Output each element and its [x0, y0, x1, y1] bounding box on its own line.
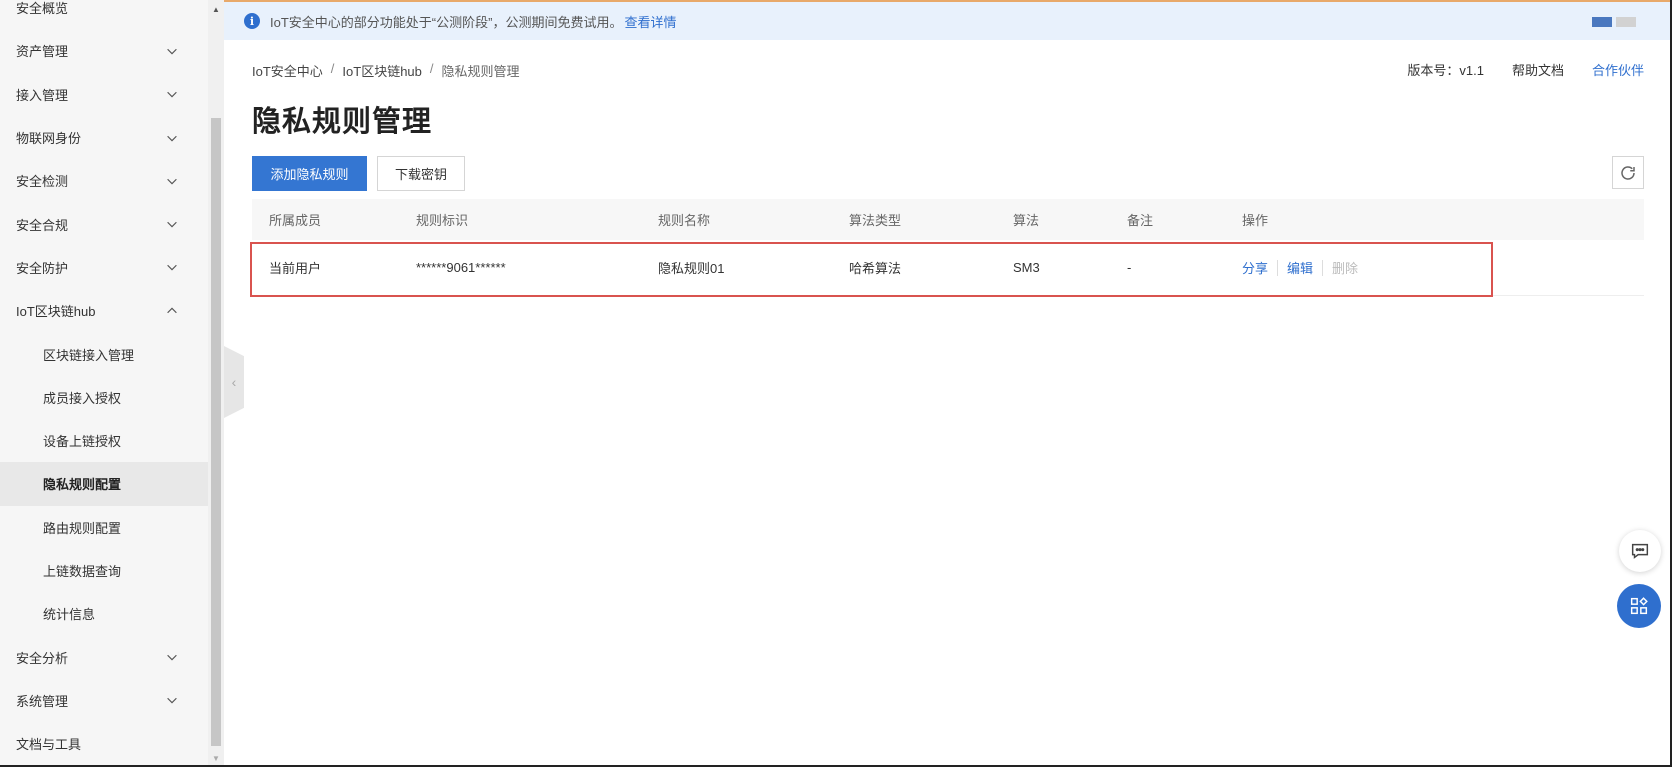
chat-button[interactable] [1619, 530, 1661, 572]
cell-note: - [1127, 260, 1132, 275]
sidebar-subitem[interactable]: 成员接入授权 [0, 376, 208, 419]
breadcrumb-item-home[interactable]: IoT安全中心 [252, 61, 323, 80]
help-docs-link[interactable]: 帮助文档 [1512, 60, 1564, 79]
sidebar-item[interactable]: 安全分析 [0, 635, 208, 678]
cell-rule-id: ******9061****** [416, 260, 506, 275]
notice-details-link[interactable]: 查看详情 [624, 12, 676, 31]
sidebar-scrollbar[interactable]: ▲ ▼ [208, 0, 224, 767]
scroll-up-arrow[interactable]: ▲ [208, 0, 224, 18]
sidebar-menu: 安全概览资产管理接入管理物联网身份安全检测安全合规安全防护 IoT区块链hub 区块… [0, 0, 208, 765]
info-icon: i [244, 13, 260, 29]
chevron-up-icon[interactable] [164, 303, 180, 319]
add-privacy-rule-button[interactable]: 添加隐私规则 [252, 156, 367, 191]
chevron-down-icon[interactable] [164, 649, 180, 665]
sidebar-item-label: 安全概览 [16, 1, 69, 17]
sidebar-item-label: 系统管理 [16, 693, 69, 709]
sidebar-item-label: 物联网身份 [16, 131, 82, 147]
sidebar-item-label: 安全分析 [16, 650, 69, 666]
table-header: 所属成员 规则标识 规则名称 算法类型 算法 备注 操作 [252, 199, 1644, 240]
chevron-down-icon[interactable] [164, 259, 180, 275]
sidebar-item[interactable]: 安全概览 [0, 0, 208, 29]
notice-pager-dot-active[interactable] [1592, 17, 1612, 27]
chevron-down-icon[interactable] [164, 173, 180, 189]
header-algo-type: 算法类型 [849, 213, 902, 228]
sidebar-item[interactable]: 安全防护 [0, 246, 208, 289]
cell-algo-type: 哈希算法 [849, 261, 902, 276]
partner-link[interactable]: 合作伙伴 [1592, 60, 1644, 79]
scroll-thumb[interactable] [211, 118, 221, 746]
chevron-down-icon[interactable] [164, 130, 180, 146]
refresh-button[interactable] [1612, 156, 1644, 189]
download-key-button[interactable]: 下载密钥 [377, 156, 465, 191]
cell-ops: 分享 编辑 删除 [1242, 258, 1358, 277]
header-algo: 算法 [1013, 213, 1040, 228]
page-title: 隐私规则管理 [252, 106, 433, 138]
share-link[interactable]: 分享 [1242, 258, 1268, 277]
sidebar-item[interactable]: 系统管理 [0, 679, 208, 722]
header-rule-name: 规则名称 [658, 213, 711, 228]
cell-rule-name: 隐私规则01 [658, 261, 725, 276]
sidebar-subitem[interactable]: 隐私规则配置 [0, 462, 208, 506]
collapse-left-icon[interactable]: ‹ [224, 346, 244, 418]
sidebar-item[interactable]: 资产管理 [0, 29, 208, 72]
version-label: 版本号：v1.1 [1407, 63, 1484, 78]
sidebar-item[interactable]: 安全检测 [0, 159, 208, 202]
ops-divider [1322, 259, 1324, 276]
chevron-down-icon[interactable] [164, 43, 180, 59]
refresh-icon [1621, 165, 1635, 180]
delete-link: 删除 [1332, 261, 1359, 276]
breadcrumb-item-hub[interactable]: IoT区块链hub [342, 61, 421, 80]
edit-link[interactable]: 编辑 [1287, 258, 1313, 277]
header-note: 备注 [1127, 213, 1154, 228]
sidebar-item[interactable]: IoT区块链hub [0, 289, 208, 332]
header-member: 所属成员 [269, 213, 322, 228]
sidebar-subitem[interactable]: 区块链接入管理 [0, 332, 208, 375]
top-links: 版本号：v1.1 帮助文档 合作伙伴 [1407, 60, 1644, 79]
sidebar: 安全概览资产管理接入管理物联网身份安全检测安全合规安全防护 IoT区块链hub 区块… [0, 0, 208, 767]
sidebar-item[interactable]: 文档与工具 [0, 722, 208, 765]
rules-table: 所属成员 规则标识 规则名称 算法类型 算法 备注 操作 当前用户 ******… [252, 199, 1644, 296]
table-row: 当前用户 ******9061****** 隐私规则01 哈希算法 SM3 - … [252, 240, 1644, 296]
chat-icon [1631, 543, 1649, 559]
chevron-down-icon[interactable] [164, 692, 180, 708]
sidebar-item[interactable]: 接入管理 [0, 73, 208, 116]
sidebar-item-label: 接入管理 [16, 87, 69, 103]
cell-algo: SM3 [1013, 260, 1040, 275]
sidebar-subitem[interactable]: 上链数据查询 [0, 549, 208, 592]
notice-pager[interactable] [1592, 17, 1636, 27]
sidebar-item-label: 安全检测 [16, 174, 69, 190]
sidebar-item-label: 安全防护 [16, 260, 69, 276]
sidebar-item-label: 文档与工具 [16, 737, 82, 753]
breadcrumb-separator: / [429, 61, 434, 76]
chevron-down-icon[interactable] [164, 216, 180, 232]
header-ops: 操作 [1242, 213, 1269, 228]
sidebar-item[interactable]: 安全合规 [0, 202, 208, 245]
sidebar-subitem[interactable]: 设备上链授权 [0, 419, 208, 462]
notice-bar: i IoT安全中心的部分功能处于“公测阶段”，公测期间免费试用。 查看详情 [224, 2, 1670, 40]
header-rule-id: 规则标识 [416, 213, 469, 228]
sidebar-subitem[interactable]: 统计信息 [0, 592, 208, 635]
sidebar-item-label: IoT区块链hub [16, 304, 96, 320]
sidebar-subitem[interactable]: 路由规则配置 [0, 506, 208, 549]
sidebar-item[interactable]: 物联网身份 [0, 116, 208, 159]
sidebar-item-label: 安全合规 [16, 217, 69, 233]
breadcrumb-separator: / [330, 61, 335, 76]
cell-member: 当前用户 [269, 261, 322, 276]
apps-button[interactable] [1617, 584, 1661, 628]
breadcrumb-item-current: 隐私规则管理 [441, 64, 520, 79]
ops-divider [1277, 259, 1279, 276]
chevron-down-icon[interactable] [164, 86, 180, 102]
notice-text: IoT安全中心的部分功能处于“公测阶段”，公测期间免费试用。 [270, 14, 623, 30]
sidebar-item-label: 资产管理 [16, 44, 69, 60]
apps-icon [1630, 597, 1648, 615]
breadcrumb: IoT安全中心 / IoT区块链hub / 隐私规则管理 [252, 61, 520, 80]
notice-pager-dot[interactable] [1616, 17, 1636, 27]
